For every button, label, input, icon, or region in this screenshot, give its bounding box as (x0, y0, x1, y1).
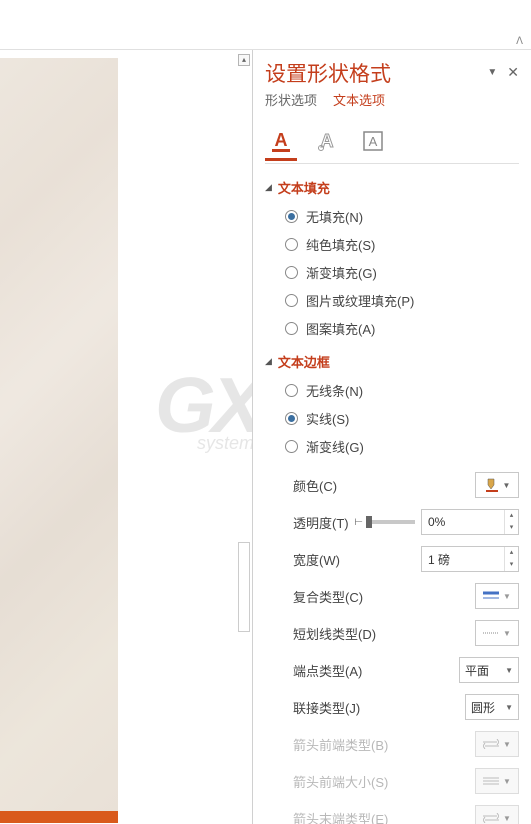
join-type-combo[interactable]: 圆形 ▼ (465, 694, 519, 720)
slide-thumbnail[interactable] (0, 58, 118, 823)
compound-type-combo[interactable]: ▼ (475, 583, 519, 609)
arrow-begin-type-label: 箭头前端类型(B) (293, 735, 475, 754)
svg-text:A: A (275, 130, 288, 150)
panel-tabs: 形状选项 文本选项 (265, 90, 519, 111)
arrow-end-type-combo: ▼ (475, 805, 519, 824)
arrow-begin-size-combo: ▼ (475, 768, 519, 794)
svg-text:A: A (369, 134, 378, 149)
tab-shape-options[interactable]: 形状选项 (265, 90, 317, 111)
panel-title: 设置形状格式 (265, 58, 391, 88)
chevron-down-icon: ▼ (503, 629, 511, 638)
color-label: 颜色(C) (293, 476, 475, 495)
dash-type-combo[interactable]: ▼ (475, 620, 519, 646)
chevron-down-icon: ▼ (503, 814, 511, 823)
spin-up[interactable]: ▴ (505, 510, 518, 522)
panel-close-icon[interactable]: ✕ (507, 64, 519, 81)
width-input[interactable]: 1 磅 ▴▾ (421, 546, 519, 572)
radio-gradient-line[interactable]: 渐变线(G) (285, 437, 519, 456)
section-text-outline-header[interactable]: ◢ 文本边框 (265, 352, 519, 371)
app-topbar: ᐱ (0, 0, 531, 50)
section-text-outline-title: 文本边框 (278, 352, 330, 371)
scrollbar-thumb[interactable] (238, 542, 250, 632)
transparency-slider[interactable] (369, 520, 415, 524)
svg-text:A: A (321, 131, 334, 151)
radio-no-line[interactable]: 无线条(N) (285, 381, 519, 400)
radio-no-fill[interactable]: 无填充(N) (285, 207, 519, 226)
collapse-ribbon-icon[interactable]: ᐱ (516, 36, 523, 47)
tab-text-options[interactable]: 文本选项 (333, 90, 385, 111)
spin-down[interactable]: ▾ (505, 522, 518, 534)
chevron-down-icon: ▼ (503, 740, 511, 749)
slide-preview-pane: ▴ (0, 50, 252, 824)
radio-solid-line[interactable]: 实线(S) (285, 409, 519, 428)
radio-pattern-fill[interactable]: 图案填充(A) (285, 319, 519, 338)
width-label: 宽度(W) (293, 550, 421, 569)
compound-label: 复合类型(C) (293, 587, 475, 606)
section-text-fill-header[interactable]: ◢ 文本填充 (265, 178, 519, 197)
chevron-down-icon: ▼ (503, 592, 511, 601)
cap-label: 端点类型(A) (293, 661, 459, 680)
arrow-begin-type-combo: ▼ (475, 731, 519, 757)
join-label: 联接类型(J) (293, 698, 465, 717)
textbox-tab-icon[interactable]: A (359, 125, 387, 157)
arrow-end-type-label: 箭头末端类型(E) (293, 809, 475, 824)
chevron-down-icon: ▼ (505, 666, 513, 675)
transparency-label: 透明度(T) (293, 513, 354, 532)
text-effects-tab-icon[interactable]: A (313, 125, 341, 157)
spin-down[interactable]: ▾ (505, 559, 518, 571)
chevron-down-icon: ▼ (505, 703, 513, 712)
radio-gradient-fill[interactable]: 渐变填充(G) (285, 263, 519, 282)
slide-accent-bar (0, 811, 118, 823)
cap-type-combo[interactable]: 平面 ▼ (459, 657, 519, 683)
section-text-fill-title: 文本填充 (278, 178, 330, 197)
collapse-icon: ◢ (265, 356, 272, 367)
format-shape-panel: 设置形状格式 ▼ ✕ 形状选项 文本选项 A A A ◢ (252, 50, 531, 824)
arrow-begin-size-label: 箭头前端大小(S) (293, 772, 475, 791)
scroll-up-button[interactable]: ▴ (238, 54, 250, 66)
radio-solid-fill[interactable]: 纯色填充(S) (285, 235, 519, 254)
chevron-down-icon: ▼ (503, 481, 511, 490)
dash-label: 短划线类型(D) (293, 624, 475, 643)
spin-up[interactable]: ▴ (505, 547, 518, 559)
collapse-icon: ◢ (265, 182, 272, 193)
panel-dropdown-icon[interactable]: ▼ (487, 67, 497, 78)
transparency-input[interactable]: 0% ▴▾ (421, 509, 519, 535)
chevron-down-icon: ▼ (503, 777, 511, 786)
radio-picture-fill[interactable]: 图片或纹理填充(P) (285, 291, 519, 310)
color-picker-button[interactable]: ▼ (475, 472, 519, 498)
text-fill-outline-tab-icon[interactable]: A (267, 125, 295, 157)
